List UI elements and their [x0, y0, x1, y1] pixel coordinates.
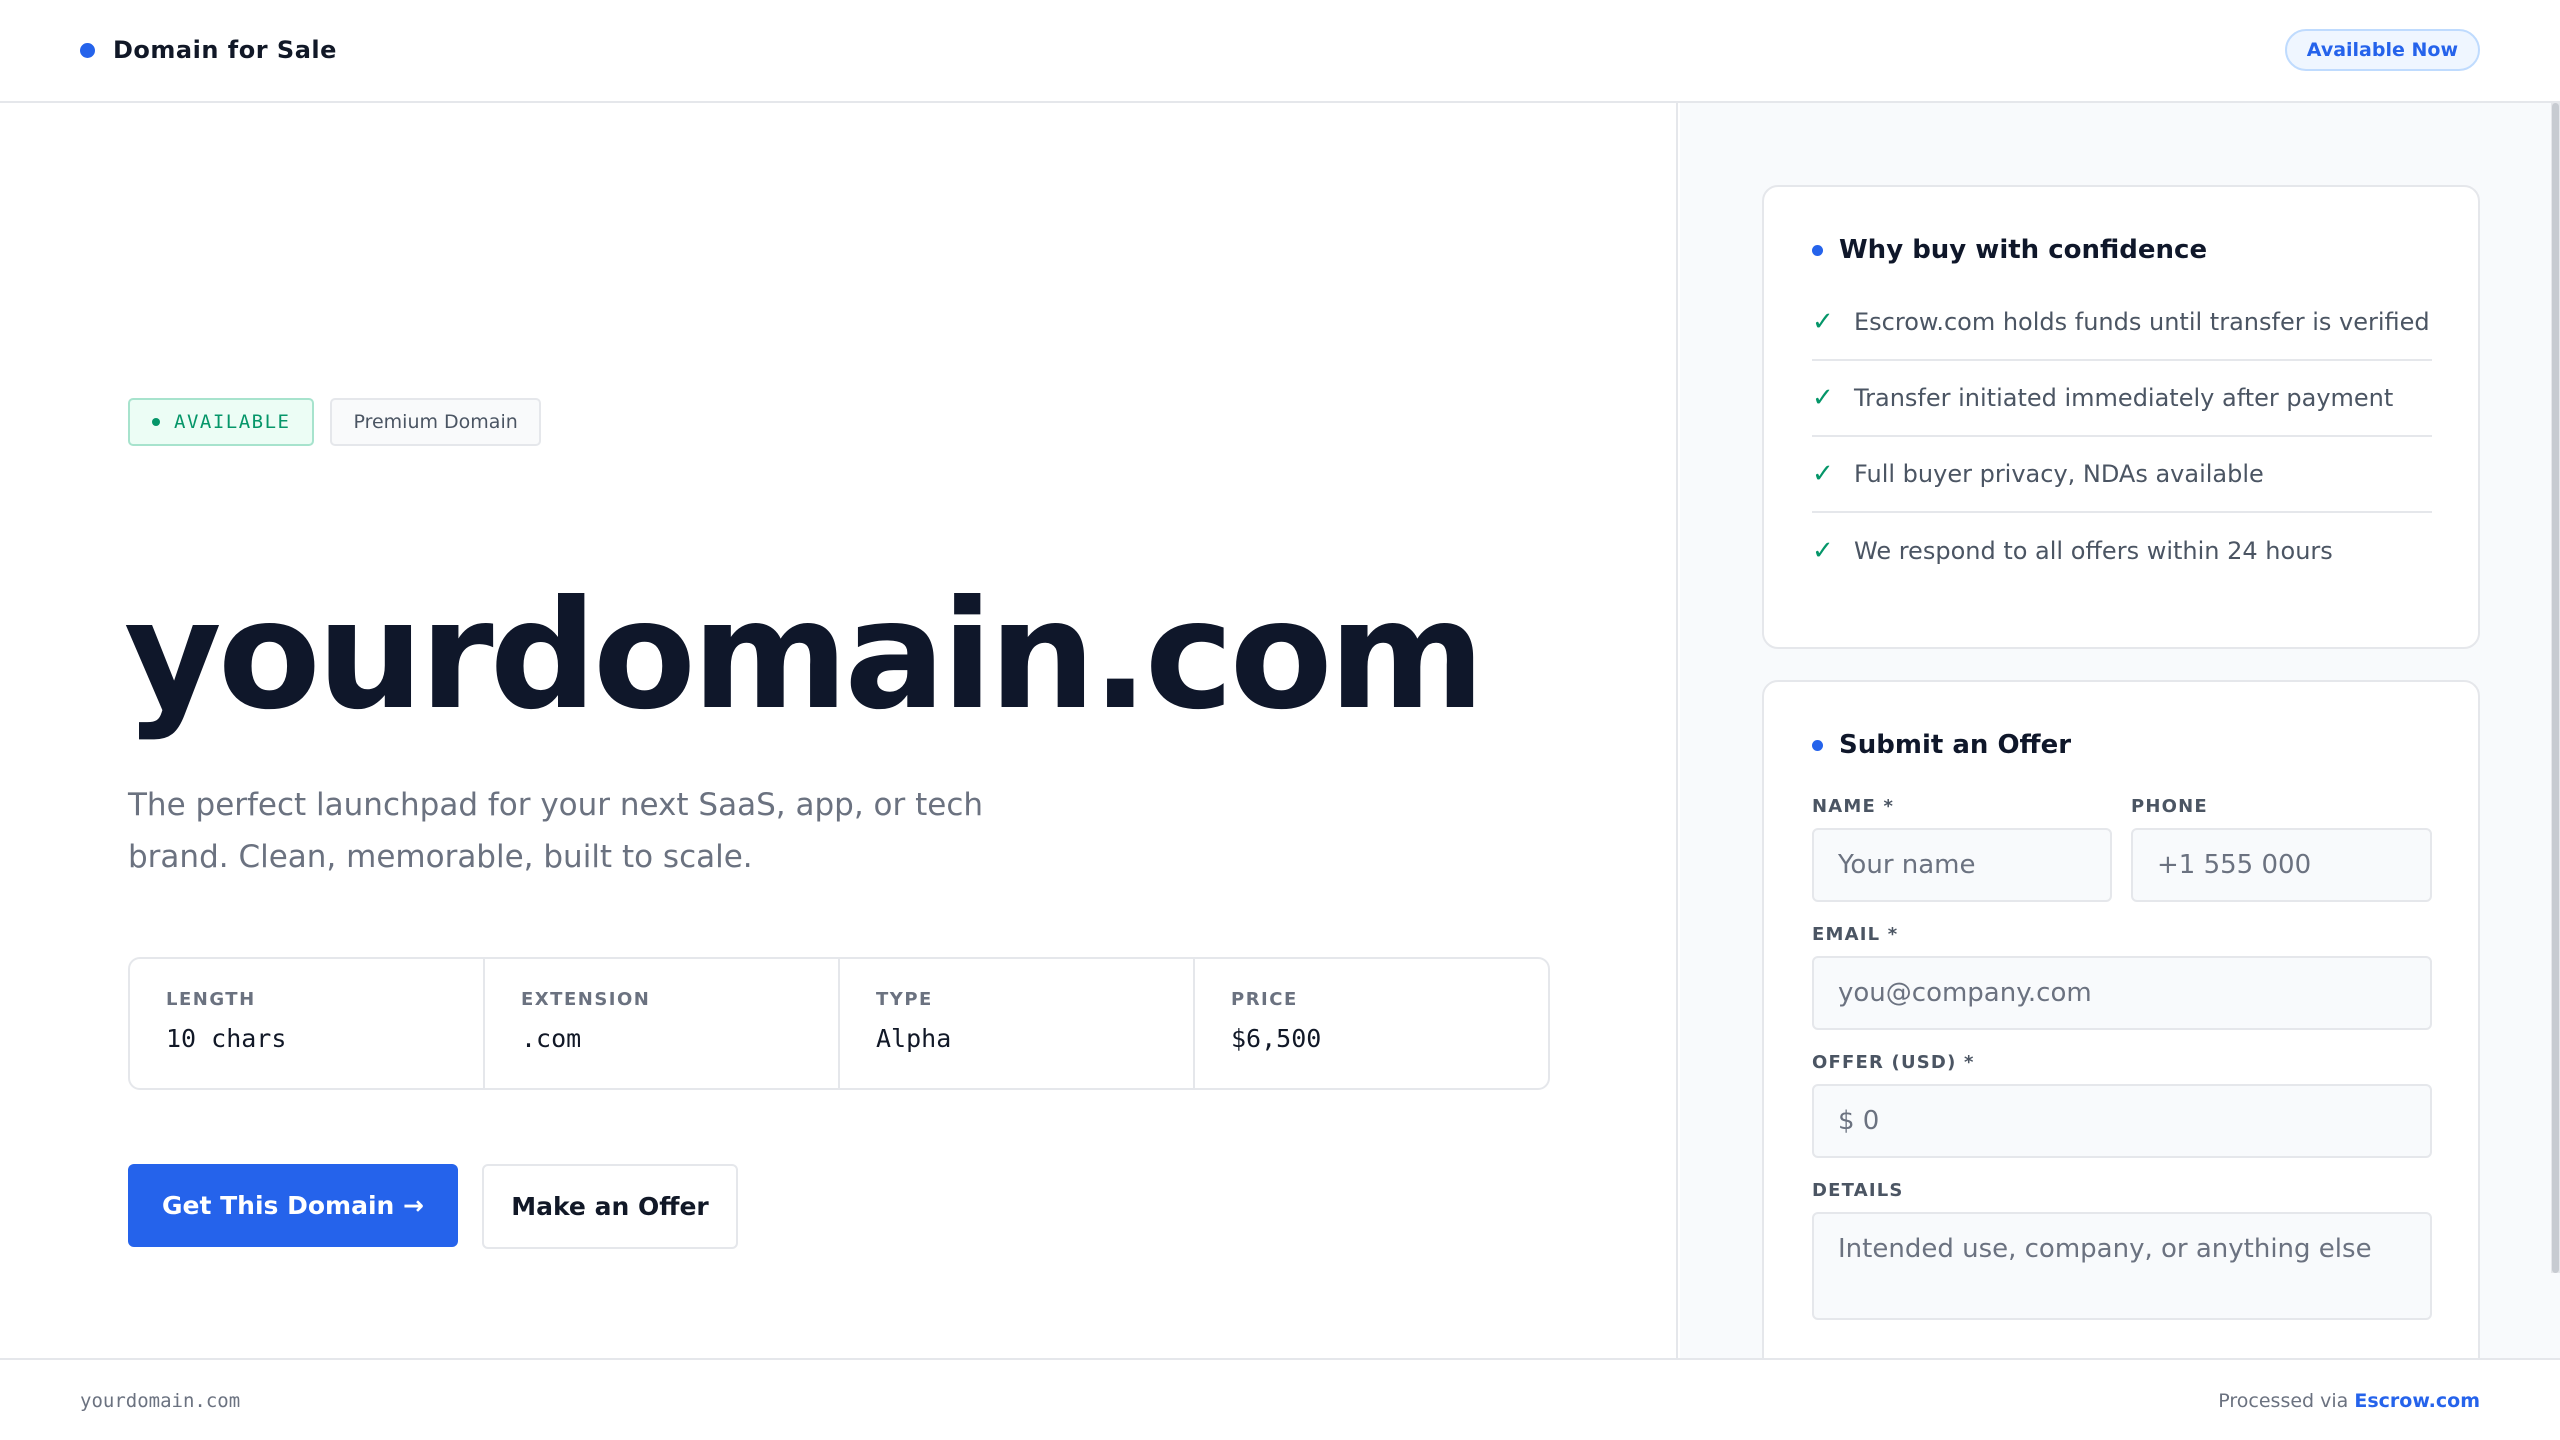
offer-form-card: Submit an Offer NAME * Your name PHONE +…	[1762, 680, 2480, 1358]
check-icon: ✓	[1812, 383, 1834, 413]
page-footer: yourdomain.com Processed via Escrow.com	[0, 1358, 2560, 1440]
phone-input[interactable]: +1 555 000	[2131, 828, 2432, 902]
spec-type: TYPE Alpha	[840, 959, 1195, 1088]
hero-section: AVAILABLE Premium Domain yourdomain.com …	[0, 103, 1678, 1358]
spec-label: LENGTH	[166, 989, 256, 1010]
details-textarea[interactable]: Intended use, company, or anything else	[1812, 1212, 2432, 1320]
heading-dot-icon	[1812, 244, 1823, 256]
spec-value: Alpha	[876, 1024, 952, 1053]
offer-amount-input[interactable]: $ 0	[1812, 1084, 2432, 1158]
action-buttons: Get This Domain → Make an Offer	[128, 1164, 738, 1249]
spec-value: .com	[521, 1024, 582, 1053]
badge-row: AVAILABLE Premium Domain	[128, 398, 541, 446]
tagline: The perfect launchpad for your next SaaS…	[128, 787, 984, 875]
sidebar-panel: Why buy with confidence ✓ Escrow.com hol…	[1680, 103, 2560, 1358]
why-buy-heading: Why buy with confidence	[1812, 235, 2207, 265]
spec-price: PRICE $6,500	[1195, 959, 1548, 1088]
brand-dot-icon	[80, 42, 95, 58]
why-buy-title: Why buy with confidence	[1839, 235, 2208, 265]
top-header: Domain for Sale Available Now	[0, 0, 2560, 103]
list-item: ✓ We respond to all offers within 24 hou…	[1812, 513, 2432, 589]
offer-label: OFFER (USD) *	[1812, 1052, 1975, 1073]
scrollbar-thumb[interactable]	[2552, 103, 2559, 1273]
offer-form-heading: Submit an Offer	[1812, 730, 2071, 760]
available-badge: AVAILABLE	[128, 398, 315, 446]
spec-length: LENGTH 10 chars	[130, 959, 485, 1088]
list-item: ✓ Full buyer privacy, NDAs available	[1812, 437, 2432, 513]
check-icon: ✓	[1812, 536, 1834, 566]
footer-domain: yourdomain.com	[80, 1390, 241, 1412]
status-dot-icon	[152, 418, 160, 426]
phone-label: PHONE	[2131, 796, 2208, 817]
check-icon: ✓	[1812, 459, 1834, 489]
details-label: DETAILS	[1812, 1180, 1904, 1201]
brand: Domain for Sale	[80, 36, 337, 64]
escrow-link[interactable]: Escrow.com	[2354, 1390, 2480, 1412]
spec-label: PRICE	[1231, 989, 1298, 1010]
available-badge-label: AVAILABLE	[174, 411, 291, 433]
scrollbar[interactable]	[2551, 103, 2560, 1273]
brand-label: Domain for Sale	[113, 36, 337, 64]
check-icon: ✓	[1812, 307, 1834, 337]
get-this-domain-button[interactable]: Get This Domain →	[128, 1164, 458, 1247]
make-an-offer-button[interactable]: Make an Offer	[482, 1164, 738, 1249]
spec-value: 10 chars	[166, 1024, 287, 1053]
spec-extension: EXTENSION .com	[485, 959, 840, 1088]
why-buy-list: ✓ Escrow.com holds funds until transfer …	[1812, 285, 2432, 589]
email-label: EMAIL *	[1812, 924, 1899, 945]
processed-prefix: Processed via	[2218, 1390, 2349, 1412]
spec-label: EXTENSION	[521, 989, 651, 1010]
domain-title: yourdomain.com	[124, 569, 1485, 743]
list-item-text: We respond to all offers within 24 hours	[1854, 537, 2333, 565]
footer-processed: Processed via Escrow.com	[2218, 1390, 2480, 1412]
email-input[interactable]: you@company.com	[1812, 956, 2432, 1030]
name-input[interactable]: Your name	[1812, 828, 2112, 902]
list-item-text: Escrow.com holds funds until transfer is…	[1854, 308, 2430, 336]
list-item-text: Transfer initiated immediately after pay…	[1854, 384, 2394, 412]
available-now-pill: Available Now	[2284, 29, 2480, 71]
spec-value: $6,500	[1231, 1024, 1322, 1053]
list-item-text: Full buyer privacy, NDAs available	[1854, 460, 2264, 488]
list-item: ✓ Escrow.com holds funds until transfer …	[1812, 285, 2432, 361]
name-label: NAME *	[1812, 796, 1895, 817]
offer-form-title: Submit an Offer	[1839, 730, 2072, 760]
why-buy-card: Why buy with confidence ✓ Escrow.com hol…	[1762, 185, 2480, 649]
premium-domain-badge: Premium Domain	[330, 398, 541, 446]
list-item: ✓ Transfer initiated immediately after p…	[1812, 361, 2432, 437]
spec-label: TYPE	[876, 989, 933, 1010]
domain-specs: LENGTH 10 chars EXTENSION .com TYPE Alph…	[128, 957, 1550, 1090]
heading-dot-icon	[1812, 739, 1823, 751]
